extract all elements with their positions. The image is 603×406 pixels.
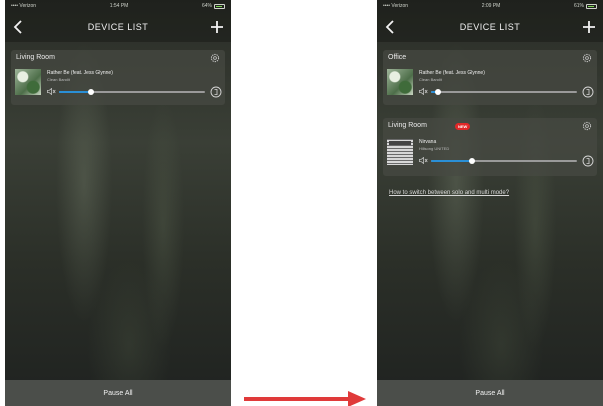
status-bar: •••• Verizon 1:54 PM 64% [5, 0, 231, 12]
album-art [15, 69, 41, 95]
circle-info-icon[interactable] [582, 155, 594, 167]
pause-all-label: Pause All [103, 389, 133, 397]
chevron-left-icon[interactable] [11, 18, 27, 36]
pause-all-button[interactable]: Pause All [5, 380, 231, 406]
circle-info-icon[interactable] [582, 86, 594, 98]
battery-indicator: 64% [202, 3, 225, 9]
battery-icon [214, 3, 225, 9]
page-title: DEVICE LIST [87, 22, 149, 32]
track-artist: Hillsong UNITED [419, 146, 450, 151]
volume-thumb[interactable] [468, 158, 475, 164]
speaker-icon[interactable] [419, 88, 428, 95]
status-bar: •••• Verizon 2:09 PM 61% [377, 0, 603, 12]
nav-bar: DEVICE LIST [5, 12, 231, 42]
speaker-icon[interactable] [47, 88, 56, 95]
solo-multi-mode-help-link[interactable]: How to switch between solo and multi mod… [389, 190, 509, 196]
volume-thumb[interactable] [435, 89, 442, 95]
circle-info-icon[interactable] [210, 86, 222, 98]
battery-percent: 64% [201, 3, 212, 9]
track-title: Rather Be (feat. Jess Glynne) [419, 70, 485, 76]
room-name: Living Room [16, 54, 55, 61]
clock: 1:54 PM [109, 3, 129, 9]
left-phone-screen: •••• Verizon 1:54 PM 64% DEVICE LIST Liv… [5, 0, 231, 406]
pause-all-button[interactable]: Pause All [377, 380, 603, 406]
track-title: Rather Be (feat. Jess Glynne) [47, 70, 113, 76]
album-art [387, 69, 413, 95]
nav-bar: DEVICE LIST [377, 12, 603, 42]
volume-thumb[interactable] [88, 89, 95, 95]
track-artist: Clean Bandit [47, 77, 70, 82]
battery-indicator: 61% [574, 3, 597, 9]
carrier-label: •••• Verizon [11, 3, 37, 9]
chevron-left-icon[interactable] [383, 18, 399, 36]
album-art [387, 139, 413, 165]
volume-slider[interactable] [431, 158, 577, 164]
room-name: Living Room [388, 122, 427, 129]
pause-all-label: Pause All [475, 389, 505, 397]
room-card-living-room[interactable]: Living Room NEW Nirvana Hillsong UNITED [383, 118, 597, 176]
arrow-right-icon [244, 391, 366, 406]
gear-icon[interactable] [582, 121, 592, 131]
page-title: DEVICE LIST [459, 22, 521, 32]
volume-fill [59, 91, 92, 93]
plus-icon[interactable] [581, 18, 597, 36]
right-phone-screen: •••• Verizon 2:09 PM 61% DEVICE LIST Off… [377, 0, 603, 406]
clock: 2:09 PM [481, 3, 501, 9]
speaker-icon[interactable] [419, 157, 428, 164]
plus-icon[interactable] [209, 18, 225, 36]
track-artist: Clean Bandit [419, 77, 442, 82]
volume-slider[interactable] [59, 89, 205, 95]
track-title: Nirvana [419, 139, 437, 145]
battery-percent: 61% [573, 3, 584, 9]
new-badge: NEW [455, 123, 471, 130]
volume-slider[interactable] [431, 89, 577, 95]
gear-icon[interactable] [210, 53, 220, 63]
volume-fill [431, 160, 472, 162]
gear-icon[interactable] [582, 53, 592, 63]
room-name: Office [388, 54, 407, 61]
battery-icon [586, 3, 597, 9]
room-card-office[interactable]: Office Rather Be (feat. Jess Glynne) Cle… [383, 50, 597, 105]
room-card-living-room[interactable]: Living Room Rather Be (feat. Jess Glynne… [11, 50, 225, 105]
carrier-label: •••• Verizon [383, 3, 409, 9]
